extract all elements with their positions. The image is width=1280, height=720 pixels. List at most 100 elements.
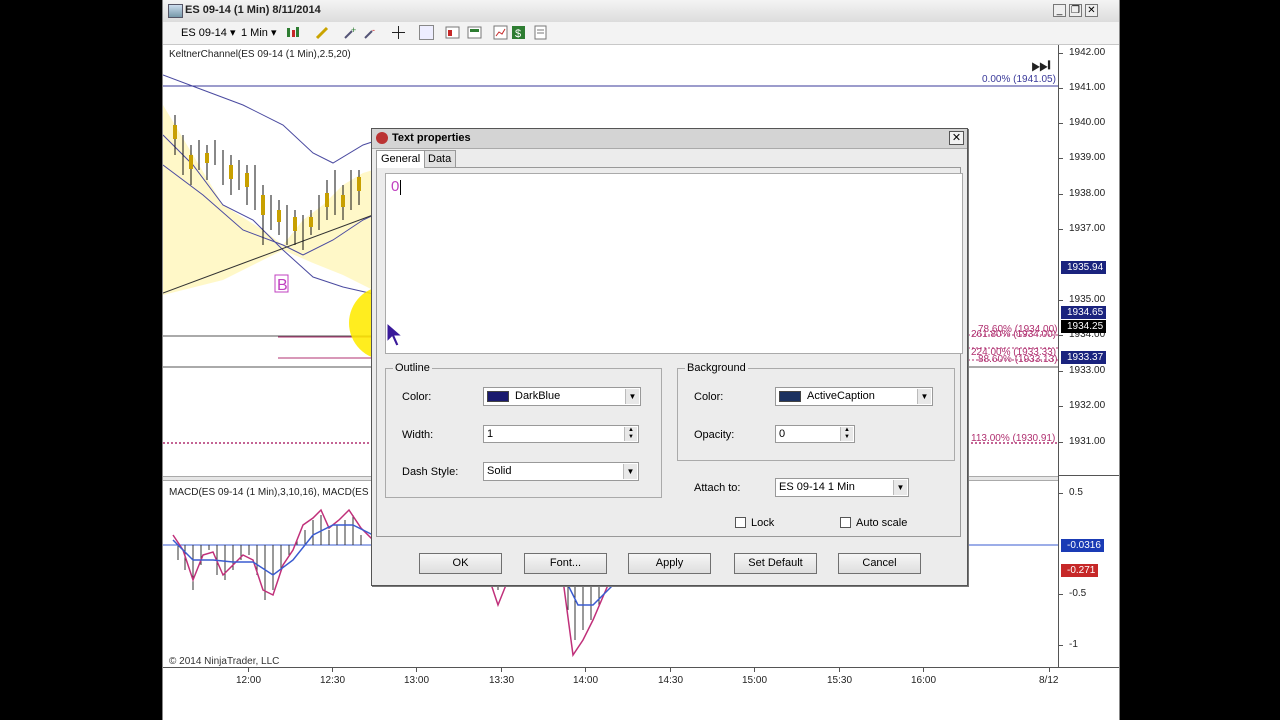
fib-label-0: 0.00% (1941.05)	[982, 74, 1056, 85]
chart-toolbar: ES 09-14 ▾ 1 Min ▾ + - $	[163, 22, 1119, 45]
macd-tag: -0.271	[1061, 564, 1099, 577]
dash-style-select[interactable]: Solid ▼	[483, 462, 639, 481]
time-tick: 8/12	[1039, 675, 1059, 686]
chevron-down-icon: ▼	[917, 389, 931, 404]
font-button[interactable]: Font...	[524, 553, 607, 574]
indicators-icon[interactable]	[445, 25, 460, 40]
background-legend: Background	[685, 362, 748, 374]
lock-checkbox[interactable]	[735, 517, 746, 528]
tab-general[interactable]: General	[376, 150, 426, 168]
dialog-app-icon	[376, 132, 388, 144]
fib-label-4: 88.60% (1933.13)	[978, 354, 1058, 365]
chevron-down-icon: ▾	[229, 27, 236, 39]
price-tick: 1935.00	[1069, 294, 1106, 305]
price-axis[interactable]: 1942.00 1941.00 1940.00 1939.00 1938.00 …	[1058, 45, 1119, 667]
lock-label: Lock	[751, 517, 775, 529]
attach-to-select[interactable]: ES 09-14 1 Min ▼	[775, 478, 909, 497]
price-tick: 1939.00	[1069, 152, 1106, 163]
price-tick: 1941.00	[1069, 82, 1106, 93]
chevron-down-icon: ▼	[625, 389, 639, 404]
marker-b-label: B	[277, 277, 288, 294]
price-tag: 1935.94	[1061, 261, 1107, 274]
outline-width-value: 1	[487, 428, 494, 440]
set-default-button[interactable]: Set Default	[734, 553, 817, 574]
dash-style-label: Dash Style:	[402, 466, 459, 478]
time-tick: 15:30	[827, 675, 853, 686]
restore-button[interactable]: ❐	[1069, 4, 1082, 17]
macd-tag: -0.0316	[1061, 539, 1104, 552]
opacity-stepper[interactable]: 0 ▲ ▼	[775, 425, 855, 443]
fib-label-2: 261.80% (1934.00)	[971, 329, 1057, 340]
auto-scale-checkbox[interactable]	[840, 517, 851, 528]
instrument-selector[interactable]: ES 09-14 ▾	[181, 26, 235, 39]
chevron-down-icon: ▼	[893, 480, 907, 495]
outline-group: Outline Color: DarkBlue ▼ Width: 1 ▲ ▼ Das…	[385, 362, 662, 498]
magnifier-icon[interactable]	[419, 25, 434, 40]
general-tab-panel: 0 Outline Color: DarkBlue ▼ Width: 1 ▲ ▼ D…	[376, 167, 963, 537]
fib-label-5: 113.00% (1930.91)	[971, 433, 1056, 444]
price-tag: 1934.65	[1061, 306, 1107, 319]
outline-color-label: Color:	[402, 391, 432, 403]
outline-width-label: Width:	[402, 429, 434, 441]
tab-data[interactable]: Data	[423, 150, 457, 167]
spinner-arrows-icon[interactable]: ▲ ▼	[624, 427, 637, 441]
text-input[interactable]: 0	[385, 173, 963, 354]
outline-color-select[interactable]: DarkBlue ▼	[483, 387, 641, 406]
macd-tick: -1	[1069, 639, 1078, 650]
window-title: ES 09-14 (1 Min) 8/11/2014	[185, 4, 321, 16]
dialog-titlebar[interactable]: Text properties ✕	[372, 129, 967, 149]
close-window-button[interactable]: ✕	[1085, 4, 1098, 17]
data-box-icon[interactable]	[493, 25, 508, 40]
time-tick: 14:30	[658, 675, 684, 686]
interval-label: 1 Min	[241, 27, 268, 39]
chart-style-icon[interactable]	[285, 25, 300, 40]
instrument-label: ES 09-14	[181, 27, 227, 39]
attach-to-value: ES 09-14 1 Min	[779, 481, 855, 493]
properties-icon[interactable]	[533, 25, 548, 40]
price-tick: 1938.00	[1069, 188, 1106, 199]
time-tick: 16:00	[911, 675, 937, 686]
outline-color-value: DarkBlue	[515, 390, 561, 402]
price-tick: 1931.00	[1069, 436, 1106, 447]
chevron-down-icon: ▾	[270, 27, 277, 39]
time-tick: 15:00	[742, 675, 768, 686]
svg-text:-: -	[372, 25, 375, 35]
opacity-label: Opacity:	[694, 429, 735, 441]
opacity-value: 0	[779, 428, 786, 440]
zoom-out-icon[interactable]: -	[363, 25, 378, 40]
cancel-button[interactable]: Cancel	[838, 553, 921, 574]
price-tag: 1934.25	[1061, 320, 1107, 333]
svg-text:$: $	[515, 28, 521, 40]
background-color-select[interactable]: ActiveCaption ▼	[775, 387, 933, 406]
time-tick: 12:00	[236, 675, 262, 686]
outline-width-stepper[interactable]: 1 ▲ ▼	[483, 425, 639, 443]
text-value: 0	[391, 178, 400, 195]
interval-selector[interactable]: 1 Min ▾	[241, 26, 277, 39]
dialog-close-button[interactable]: ✕	[949, 131, 964, 145]
minimize-button[interactable]: _	[1053, 4, 1066, 17]
time-tick: 12:30	[320, 675, 346, 686]
auto-scale-label: Auto scale	[856, 517, 908, 529]
price-tick: 1940.00	[1069, 117, 1106, 128]
ok-button[interactable]: OK	[419, 553, 502, 574]
outline-legend: Outline	[393, 362, 432, 374]
dollar-icon[interactable]: $	[511, 25, 526, 40]
chevron-down-icon: ▼	[623, 464, 637, 479]
crosshair-icon[interactable]	[391, 25, 406, 40]
time-tick: 13:30	[489, 675, 515, 686]
zoom-in-icon[interactable]: +	[343, 25, 358, 40]
pencil-icon[interactable]	[315, 25, 330, 40]
macd-tick: -0.5	[1069, 588, 1087, 599]
text-properties-dialog: Text properties ✕ General Data 0 Outline…	[371, 128, 968, 586]
strategies-icon[interactable]	[467, 25, 482, 40]
background-color-label: Color:	[694, 391, 724, 403]
apply-button[interactable]: Apply	[628, 553, 711, 574]
time-axis[interactable]: 12:00 12:30 13:00 13:30 14:00 14:30 15:0…	[163, 667, 1119, 690]
price-tag: 1933.37	[1061, 351, 1107, 364]
window-titlebar[interactable]: ES 09-14 (1 Min) 8/11/2014 _ ❐ ✕	[163, 0, 1119, 23]
time-tick: 14:00	[573, 675, 599, 686]
spinner-arrows-icon[interactable]: ▲ ▼	[840, 427, 853, 441]
macd-tick: 0.5	[1069, 487, 1083, 498]
time-tick: 13:00	[404, 675, 430, 686]
price-tick: 1937.00	[1069, 223, 1106, 234]
